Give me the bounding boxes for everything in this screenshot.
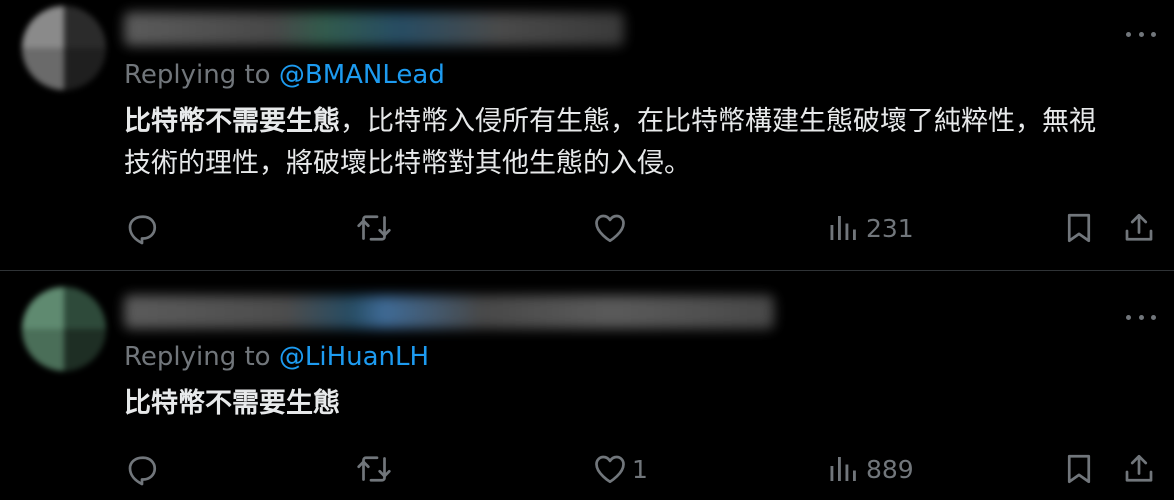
- bookmark-button[interactable]: [1061, 449, 1097, 489]
- tweet-text-bold: 比特幣不需要生態: [124, 106, 340, 137]
- retweet-icon: [357, 215, 391, 241]
- bookmark-button[interactable]: [1061, 208, 1097, 248]
- bookmark-icon: [1067, 213, 1091, 243]
- views-button[interactable]: 889: [826, 449, 914, 489]
- share-button[interactable]: [1121, 449, 1157, 489]
- retweet-icon: [357, 456, 391, 482]
- heart-icon: [595, 455, 625, 484]
- share-icon: [1125, 454, 1153, 482]
- mention-link[interactable]: @BMANLead: [279, 60, 445, 90]
- tweet-text: 比特幣不需要生態，比特幣入侵所有生態，在比特幣構建生態破壞了純粹性，無視技術的理…: [124, 101, 1114, 185]
- view-count: 231: [866, 213, 914, 243]
- replying-to-line: Replying to @BMANLead: [124, 60, 445, 90]
- share-button[interactable]: [1121, 208, 1157, 248]
- view-count: 889: [866, 454, 914, 484]
- like-button[interactable]: [592, 208, 632, 248]
- mention-link[interactable]: @LiHuanLH: [279, 342, 429, 372]
- views-chart-icon: [830, 457, 856, 481]
- action-bar: 231: [124, 208, 1164, 248]
- heart-icon: [595, 214, 625, 243]
- bookmark-icon: [1067, 454, 1091, 484]
- replying-label: Replying to: [124, 342, 279, 372]
- action-bar: 1 889: [124, 449, 1164, 489]
- retweet-button[interactable]: [356, 208, 396, 248]
- views-chart-icon: [830, 216, 856, 240]
- tweet-text-bold: 比特幣不需要生態: [124, 388, 340, 419]
- reply-tweet[interactable]: Replying to @LiHuanLH 比特幣不需要生態 1 889: [0, 271, 1174, 500]
- reply-icon: [128, 456, 157, 486]
- reply-button[interactable]: [124, 208, 164, 248]
- like-button[interactable]: 1: [592, 449, 648, 489]
- reply-thread: Replying to @BMANLead 比特幣不需要生態，比特幣入侵所有生態…: [0, 0, 1174, 500]
- tweet-text: 比特幣不需要生態: [124, 383, 1114, 425]
- more-dots-icon[interactable]: [1126, 311, 1156, 323]
- reply-button[interactable]: [124, 449, 164, 489]
- like-count: 1: [632, 454, 648, 484]
- redacted-user-header: [124, 295, 774, 329]
- replying-to-line: Replying to @LiHuanLH: [124, 342, 429, 372]
- avatar-redacted[interactable]: [22, 6, 106, 90]
- reply-icon: [128, 215, 157, 245]
- share-icon: [1125, 213, 1153, 241]
- views-button[interactable]: 231: [826, 208, 914, 248]
- retweet-button[interactable]: [356, 449, 396, 489]
- redacted-user-header: [124, 12, 624, 46]
- more-dots-icon[interactable]: [1126, 28, 1156, 40]
- replying-label: Replying to: [124, 60, 279, 90]
- avatar-redacted[interactable]: [22, 287, 106, 371]
- reply-tweet[interactable]: Replying to @BMANLead 比特幣不需要生態，比特幣入侵所有生態…: [0, 0, 1174, 270]
